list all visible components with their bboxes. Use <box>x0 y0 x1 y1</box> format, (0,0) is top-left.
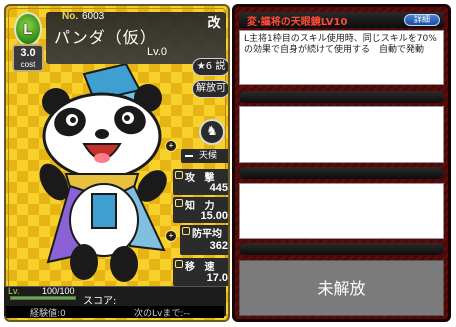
skill-slot-box[interactable] <box>239 183 444 239</box>
skill-chip-label: 天候 <box>199 151 218 161</box>
stat-speed: 移 速 17.0 <box>173 258 228 286</box>
exp-label: 経験値:0 <box>30 309 66 319</box>
intelligence-icon <box>175 199 183 207</box>
stat-attack: 攻 撃 445 <box>173 169 228 195</box>
skill-chip[interactable]: 天候 <box>181 149 228 163</box>
card-number: 6003 <box>82 11 105 22</box>
gauge-numbers: 100/100 <box>42 286 75 296</box>
stat-speed-value: 17.0 <box>206 272 228 284</box>
detail-button[interactable]: 詳細 <box>404 14 440 26</box>
skill-header: 変·謳将の天眼鏡LV10 詳細 <box>239 12 444 28</box>
stat-speed-label: 移 速 <box>185 262 218 273</box>
locked-skill-slot[interactable]: 未解放 <box>239 260 444 316</box>
stat-defense-value: 362 <box>209 240 228 252</box>
card-number-label: No. <box>62 11 79 22</box>
attack-icon <box>175 171 183 179</box>
skill-panel: 変·謳将の天眼鏡LV10 詳細 L主将1枠目のスキル使用時、同じスキルを70%の… <box>232 4 451 322</box>
minus-icon <box>185 154 193 157</box>
horse-icon[interactable]: ♞ <box>199 119 225 145</box>
zoom-icon[interactable]: + <box>165 140 177 152</box>
unit-card[interactable]: No. 6003 パンダ（仮） Lv.0 改 L 3.0 cost ★6 説 解… <box>4 4 230 322</box>
stat-intelligence-value: 15.00 <box>200 210 228 222</box>
cost-value: 3.0 <box>20 47 36 59</box>
skill-title: 変·謳将の天眼鏡LV10 <box>247 17 348 28</box>
panda-artwork <box>39 62 167 282</box>
unit-name: パンダ（仮） <box>54 28 157 47</box>
unit-detail-screen: No. 6003 パンダ（仮） Lv.0 改 L 3.0 cost ★6 説 解… <box>0 0 456 327</box>
type-kanji: 改 <box>207 16 221 31</box>
stars-button[interactable]: ★6 説 <box>192 58 228 76</box>
unlock-button[interactable]: 解放可 <box>192 80 228 98</box>
stat-defense-label: 防平均 <box>192 229 222 240</box>
score-label: スコア: <box>83 296 117 307</box>
skill-description: L主将1枠目のスキル使用時、同じスキルを70%の効果で自身が続けて使用する 自動… <box>239 30 444 85</box>
skill-slot-bar <box>239 243 444 255</box>
skill-slot-bar <box>239 91 444 103</box>
defense-icon <box>182 227 190 235</box>
cost-label: cost <box>20 60 36 69</box>
skill-slot-bar <box>239 167 444 179</box>
zoom-icon[interactable]: + <box>165 230 177 242</box>
exp-gauge <box>10 296 76 300</box>
exp-row: 経験値:0 次のLvまで:-- <box>6 306 224 319</box>
stat-intelligence: 知 力 15.00 <box>173 197 228 223</box>
next-lv-label: 次のLvまで:-- <box>134 309 190 319</box>
gauge-label: Lv. <box>8 286 20 296</box>
speed-icon <box>175 260 183 268</box>
stat-attack-value: 445 <box>209 182 228 194</box>
cost-box: 3.0 cost <box>12 44 44 72</box>
exp-gauge-fill <box>11 297 75 299</box>
leader-mark: L <box>23 20 33 38</box>
skill-slot-box[interactable] <box>239 106 444 163</box>
leader-badge-icon: L <box>14 12 42 46</box>
unit-level: Lv.0 <box>147 46 167 58</box>
stat-defense: 防平均 362 <box>180 225 228 255</box>
